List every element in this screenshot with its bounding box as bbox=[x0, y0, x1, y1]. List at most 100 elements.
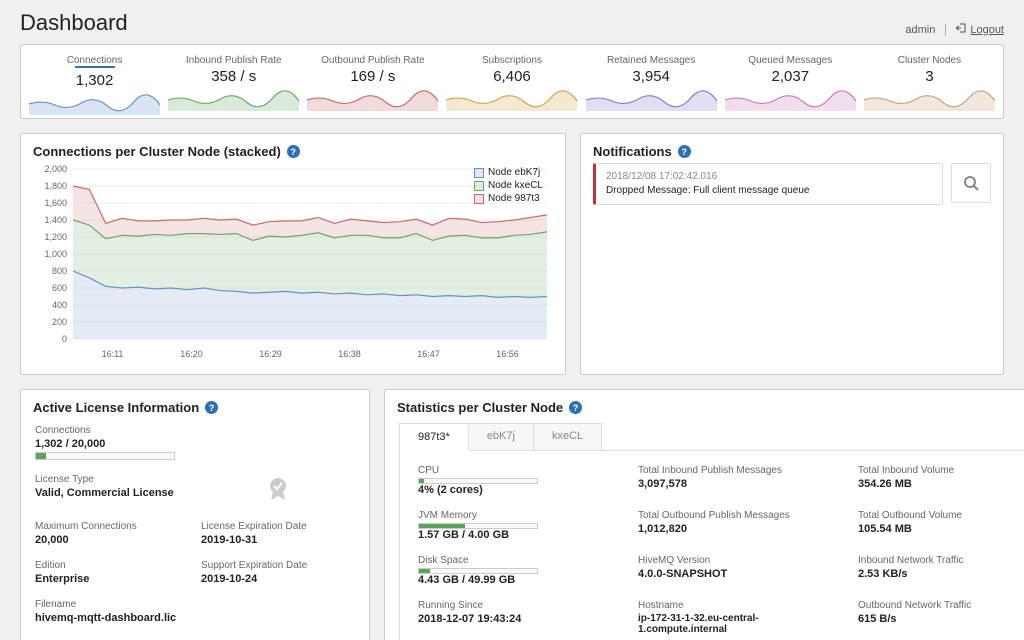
svg-text:16:38: 16:38 bbox=[338, 349, 361, 359]
svg-text:800: 800 bbox=[52, 266, 67, 276]
summary-card[interactable]: Inbound Publish Rate 358 / s bbox=[164, 51, 303, 118]
license-type: Valid, Commercial License bbox=[35, 487, 189, 499]
svg-text:1,600: 1,600 bbox=[44, 198, 67, 208]
label: Edition bbox=[35, 560, 189, 571]
node-tab[interactable]: kxeCL bbox=[534, 424, 601, 450]
node-tab[interactable]: 987t3* bbox=[400, 425, 469, 451]
inbound-msgs: 3,097,578 bbox=[638, 478, 838, 490]
license-connections-meter bbox=[35, 452, 175, 460]
sparkline bbox=[864, 89, 995, 111]
running-since: 2018-12-07 19:43:24 bbox=[418, 613, 618, 625]
outbound-volume: 105.54 MB bbox=[858, 523, 1008, 535]
summary-value: 3,954 bbox=[586, 68, 717, 85]
help-icon[interactable]: ? bbox=[287, 145, 300, 158]
disk-value: 4.43 GB / 49.99 GB bbox=[418, 574, 618, 586]
label: HiveMQ Version bbox=[638, 555, 838, 566]
legend-item[interactable]: Node ebK7j bbox=[474, 167, 543, 178]
outbound-network: 615 B/s bbox=[858, 613, 1008, 625]
license-edition: Enterprise bbox=[35, 573, 189, 585]
node-tab[interactable]: ebK7j bbox=[469, 424, 534, 450]
summary-value: 1,302 bbox=[29, 72, 160, 89]
logout-link[interactable]: Logout bbox=[956, 23, 1004, 36]
label: Outbound Network Traffic bbox=[858, 600, 1008, 611]
sparkline bbox=[586, 89, 717, 111]
chart-legend: Node ebK7j Node kxeCL Node 987t3 bbox=[474, 167, 543, 206]
license-title: Active License Information bbox=[33, 400, 199, 415]
sparkline bbox=[168, 89, 299, 111]
jvm-value: 1.57 GB / 4.00 GB bbox=[418, 529, 618, 541]
sparkline bbox=[446, 89, 577, 111]
label: Filename bbox=[35, 599, 355, 610]
inbound-volume: 354.26 MB bbox=[858, 478, 1008, 490]
cluster-stats-panel: Statistics per Cluster Node ? 987t3*ebK7… bbox=[384, 389, 1024, 640]
connections-chart: 02004006008001,0001,2001,4001,6001,8002,… bbox=[21, 163, 565, 374]
license-connections: 1,302 / 20,000 bbox=[35, 438, 189, 450]
cluster-stats-title: Statistics per Cluster Node bbox=[397, 400, 563, 415]
label: Support Expiration Date bbox=[201, 560, 355, 571]
summary-card[interactable]: Subscriptions 6,406 bbox=[442, 51, 581, 118]
label: Hostname bbox=[638, 600, 838, 611]
summary-value: 3 bbox=[864, 68, 995, 85]
sparkline bbox=[29, 93, 160, 115]
legend-item[interactable]: Node kxeCL bbox=[474, 180, 543, 191]
notification-item[interactable]: 2018/12/08 17:02:42.016 Dropped Message:… bbox=[593, 163, 943, 205]
help-icon[interactable]: ? bbox=[678, 145, 691, 158]
summary-card[interactable]: Queued Messages 2,037 bbox=[721, 51, 860, 118]
summary-strip: Connections 1,302 Inbound Publish Rate 3… bbox=[20, 44, 1004, 119]
summary-card[interactable]: Cluster Nodes 3 bbox=[860, 51, 999, 118]
label: Total Inbound Publish Messages bbox=[638, 465, 838, 476]
svg-text:1,400: 1,400 bbox=[44, 215, 67, 225]
svg-text:200: 200 bbox=[52, 317, 67, 327]
legend-item[interactable]: Node 987t3 bbox=[474, 193, 543, 204]
help-icon[interactable]: ? bbox=[205, 401, 218, 414]
support-expiration: 2019-10-24 bbox=[201, 573, 355, 585]
svg-text:400: 400 bbox=[52, 300, 67, 310]
notification-search-button[interactable] bbox=[951, 163, 991, 203]
logout-label: Logout bbox=[970, 24, 1004, 36]
node-tabs: 987t3*ebK7jkxeCL bbox=[399, 423, 602, 450]
svg-text:600: 600 bbox=[52, 283, 67, 293]
license-expiration: 2019-10-31 bbox=[201, 534, 355, 546]
logout-icon bbox=[956, 23, 966, 36]
summary-card[interactable]: Connections 1,302 bbox=[25, 51, 164, 118]
current-user: admin bbox=[905, 24, 935, 36]
summary-value: 358 / s bbox=[168, 68, 299, 85]
license-max-connections: 20,000 bbox=[35, 534, 189, 546]
label: Connections bbox=[35, 425, 189, 436]
page-title: Dashboard bbox=[20, 10, 128, 36]
summary-card[interactable]: Outbound Publish Rate 169 / s bbox=[303, 51, 442, 118]
label: Total Outbound Publish Messages bbox=[638, 510, 838, 521]
license-filename: hivemq-mqtt-dashboard.lic bbox=[35, 612, 355, 624]
summary-label: Inbound Publish Rate bbox=[168, 55, 299, 66]
summary-label: Connections bbox=[29, 55, 160, 66]
sparkline bbox=[725, 89, 856, 111]
sparkline bbox=[307, 89, 438, 111]
notification-timestamp: 2018/12/08 17:02:42.016 bbox=[606, 170, 932, 184]
summary-card[interactable]: Retained Messages 3,954 bbox=[582, 51, 721, 118]
svg-text:16:56: 16:56 bbox=[496, 349, 519, 359]
verified-seal-icon bbox=[263, 474, 293, 504]
notifications-panel: Notifications ? 2018/12/08 17:02:42.016 … bbox=[580, 133, 1004, 375]
label: Inbound Network Traffic bbox=[858, 555, 1008, 566]
connections-chart-title: Connections per Cluster Node (stacked) bbox=[33, 144, 281, 159]
summary-label: Outbound Publish Rate bbox=[307, 55, 438, 66]
inbound-network: 2.53 KB/s bbox=[858, 568, 1008, 580]
svg-text:16:11: 16:11 bbox=[102, 349, 124, 359]
svg-text:16:47: 16:47 bbox=[417, 349, 440, 359]
connections-chart-panel: Connections per Cluster Node (stacked) ?… bbox=[20, 133, 566, 375]
label: JVM Memory bbox=[418, 510, 618, 521]
notifications-title: Notifications bbox=[593, 144, 672, 159]
separator bbox=[945, 24, 946, 36]
summary-label: Subscriptions bbox=[446, 55, 577, 66]
license-panel: Active License Information ? Connections… bbox=[20, 389, 370, 640]
help-icon[interactable]: ? bbox=[569, 401, 582, 414]
search-icon bbox=[963, 175, 979, 191]
svg-text:16:29: 16:29 bbox=[259, 349, 282, 359]
summary-value: 169 / s bbox=[307, 68, 438, 85]
svg-text:1,800: 1,800 bbox=[44, 181, 67, 191]
label: Running Since bbox=[418, 600, 618, 611]
svg-text:0: 0 bbox=[62, 334, 67, 344]
svg-text:1,000: 1,000 bbox=[44, 249, 67, 259]
label: CPU bbox=[418, 465, 618, 476]
svg-text:2,000: 2,000 bbox=[44, 164, 67, 174]
